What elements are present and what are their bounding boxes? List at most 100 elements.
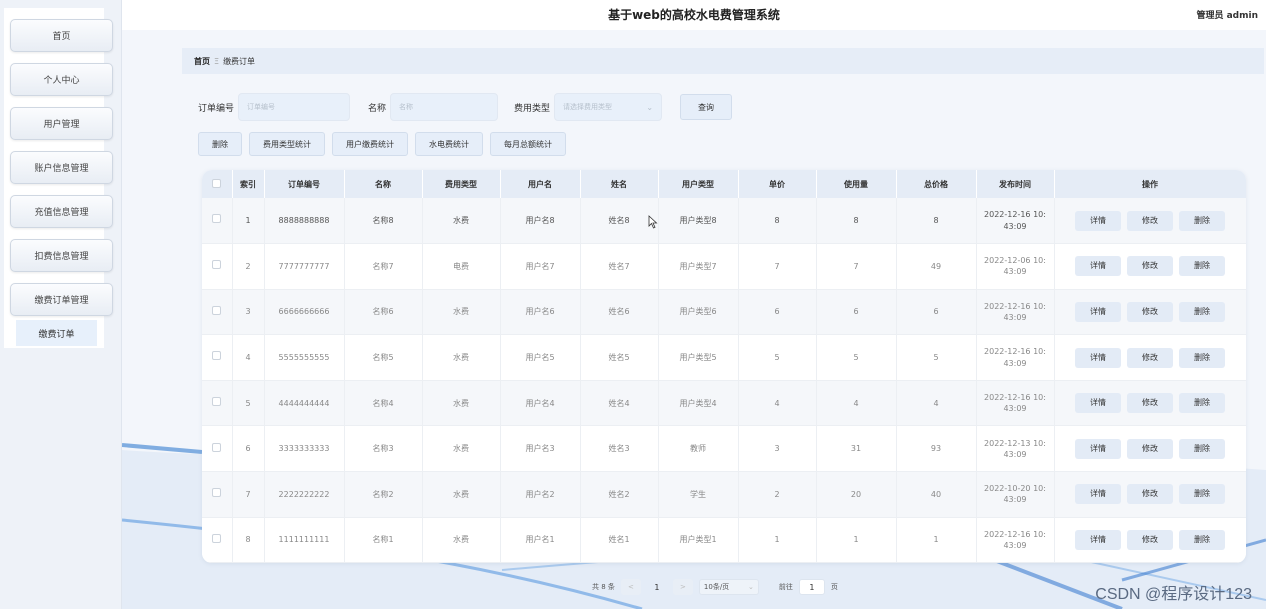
fee-type-label: 费用类型 xyxy=(514,103,551,114)
row-select-cell xyxy=(202,243,233,290)
cell-operations: 详情 修改 删除 xyxy=(1054,517,1246,563)
row-checkbox[interactable] xyxy=(212,351,222,361)
cell-username: 用户名5 xyxy=(500,334,581,381)
cell-type: 水费 xyxy=(422,471,501,518)
breadcrumb-separator: Ξ xyxy=(214,56,220,66)
goto-page-input[interactable]: 1 xyxy=(798,579,825,595)
edit-button[interactable]: 修改 xyxy=(1127,529,1173,550)
page-size-select[interactable]: 10条/页 ⌄ xyxy=(698,579,759,595)
sidebar-item-home[interactable]: 首页 xyxy=(10,19,113,52)
sidebar-item-users[interactable]: 用户管理 xyxy=(10,107,113,140)
delete-button[interactable]: 删除 xyxy=(1179,393,1225,414)
time-date: 2022-12-13 10: xyxy=(984,438,1046,448)
breadcrumb-home[interactable]: 首页 xyxy=(194,56,210,67)
table-header-row: 索引 订单编号 名称 费用类型 用户名 姓名 用户类型 单价 使用量 总价格 发… xyxy=(202,170,1246,198)
cell-usage: 6 xyxy=(816,289,897,336)
edit-button[interactable]: 修改 xyxy=(1127,438,1173,459)
edit-button[interactable]: 修改 xyxy=(1127,393,1173,414)
row-checkbox[interactable] xyxy=(212,488,222,498)
sidebar-item-recharge[interactable]: 充值信息管理 xyxy=(10,195,113,228)
row-checkbox[interactable] xyxy=(212,533,222,543)
monthly-total-stats-label: 每月总额统计 xyxy=(504,139,552,149)
sidebar-item-label: 缴费订单管理 xyxy=(34,296,89,306)
column-header: 姓名 xyxy=(580,170,659,198)
cell-operations: 详情 修改 删除 xyxy=(1054,471,1246,518)
page-number[interactable]: 1 xyxy=(647,579,667,595)
delete-button[interactable]: 删除 xyxy=(1179,347,1225,368)
row-checkbox[interactable] xyxy=(212,260,222,270)
edit-button[interactable]: 修改 xyxy=(1127,256,1173,277)
time-date: 2022-12-16 10: xyxy=(984,301,1046,311)
delete-button[interactable]: 删除 xyxy=(1179,484,1225,505)
delete-button[interactable]: 删除 xyxy=(1179,529,1225,550)
detail-button[interactable]: 详情 xyxy=(1075,393,1121,414)
query-button[interactable]: 查询 xyxy=(680,94,733,120)
delete-button[interactable]: 删除 xyxy=(1179,256,1225,277)
detail-button[interactable]: 详情 xyxy=(1075,529,1121,550)
detail-button[interactable]: 详情 xyxy=(1075,438,1121,459)
edit-button[interactable]: 修改 xyxy=(1127,484,1173,505)
cell-name: 名称7 xyxy=(344,243,423,290)
cell-username: 用户名1 xyxy=(500,517,581,563)
detail-button[interactable]: 详情 xyxy=(1075,210,1121,231)
chevron-down-icon: ⌄ xyxy=(748,583,754,591)
detail-button[interactable]: 详情 xyxy=(1075,347,1121,368)
sidebar-item-profile[interactable]: 个人中心 xyxy=(10,63,113,96)
edit-button[interactable]: 修改 xyxy=(1127,210,1173,231)
delete-button[interactable]: 删除 xyxy=(1179,301,1225,322)
sidebar-item-deduction[interactable]: 扣费信息管理 xyxy=(10,239,113,272)
edit-button[interactable]: 修改 xyxy=(1127,347,1173,368)
time-date: 2022-12-16 10: xyxy=(984,347,1046,357)
cell-type: 水费 xyxy=(422,425,501,473)
sidebar-subitem-payment-order[interactable]: 缴费订单 xyxy=(16,320,97,346)
fee-type-stats-button[interactable]: 费用类型统计 xyxy=(249,132,325,156)
cell-usage: 20 xyxy=(816,471,897,518)
cell-operations: 详情 修改 删除 xyxy=(1054,334,1246,381)
water-elec-stats-button[interactable]: 水电费统计 xyxy=(415,132,483,156)
time-clock: 43:09 xyxy=(1003,358,1027,368)
cell-realname: 姓名4 xyxy=(580,380,659,427)
sidebar-item-payment-orders[interactable]: 缴费订单管理 xyxy=(10,283,113,316)
cell-total: 40 xyxy=(896,471,977,518)
cell-type: 水费 xyxy=(422,517,501,563)
row-checkbox[interactable] xyxy=(212,397,222,407)
name-input[interactable]: 名称 xyxy=(390,93,499,121)
detail-button[interactable]: 详情 xyxy=(1075,301,1121,322)
time-clock: 43:09 xyxy=(1003,312,1027,322)
user-info[interactable]: 管理员 admin xyxy=(1196,8,1258,21)
goto-label: 前往 xyxy=(778,583,793,591)
delete-button[interactable]: 删除 xyxy=(1179,210,1225,231)
column-header: 订单编号 xyxy=(264,170,345,198)
user-payment-stats-button[interactable]: 用户缴费统计 xyxy=(332,132,408,156)
time-clock: 43:09 xyxy=(1003,267,1027,277)
monthly-total-stats-button[interactable]: 每月总额统计 xyxy=(490,132,566,156)
time-date: 2022-12-16 10: xyxy=(984,529,1046,539)
column-header: 名称 xyxy=(344,170,423,198)
row-checkbox[interactable] xyxy=(212,305,222,315)
cell-realname: 姓名8 xyxy=(580,198,659,245)
time-clock: 43:09 xyxy=(1003,540,1027,550)
edit-button[interactable]: 修改 xyxy=(1127,301,1173,322)
cell-usertype: 用户类型1 xyxy=(658,517,739,563)
column-header: 用户类型 xyxy=(658,170,739,198)
sidebar-item-accounts[interactable]: 账户信息管理 xyxy=(10,151,113,184)
cell-time: 2022-10-20 10: 43:09 xyxy=(976,471,1055,518)
chevron-right-icon: > xyxy=(679,583,686,591)
next-page-button[interactable]: > xyxy=(672,579,693,595)
detail-button[interactable]: 详情 xyxy=(1075,484,1121,505)
batch-delete-button[interactable]: 删除 xyxy=(198,132,242,156)
prev-page-button[interactable]: < xyxy=(620,579,641,595)
time-clock: 43:09 xyxy=(1003,495,1027,505)
fee-type-select[interactable]: 请选择费用类型 ⌄ xyxy=(554,93,663,121)
order-number-input[interactable]: 订单编号 xyxy=(238,93,351,121)
row-select-cell xyxy=(202,425,233,473)
time-date: 2022-12-16 10: xyxy=(984,210,1046,220)
cell-time: 2022-12-16 10: 43:09 xyxy=(976,289,1055,336)
cell-usertype: 教师 xyxy=(658,425,739,473)
select-all-checkbox[interactable] xyxy=(212,178,222,188)
row-checkbox[interactable] xyxy=(212,442,222,452)
delete-button[interactable]: 删除 xyxy=(1179,438,1225,459)
row-checkbox[interactable] xyxy=(212,214,222,224)
cell-order: 8888888888 xyxy=(264,198,345,245)
detail-button[interactable]: 详情 xyxy=(1075,256,1121,277)
